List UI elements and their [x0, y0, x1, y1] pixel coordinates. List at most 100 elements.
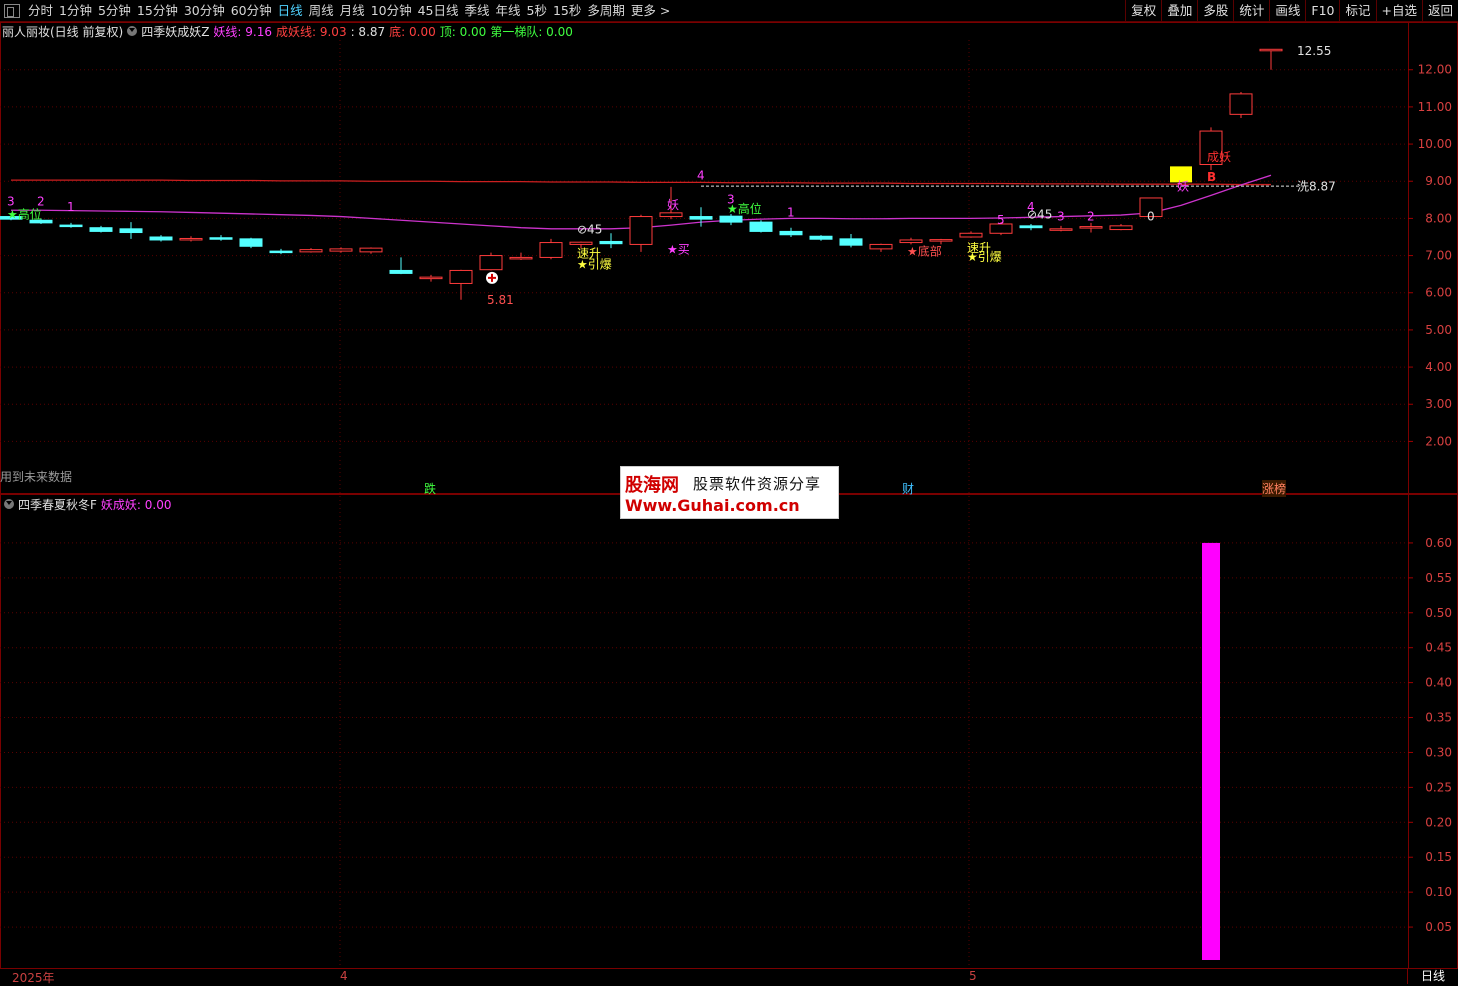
candle-body — [839, 238, 863, 246]
candle-body — [389, 269, 413, 274]
main-indicator-values: 妖线: 9.16 成妖线: 9.03: 8.87 底: 0.00 顶: 0.00 第一梯… — [209, 23, 572, 40]
chart-annotation: ★买 — [667, 243, 690, 257]
candle-body — [89, 227, 113, 232]
candle-body — [449, 269, 473, 284]
price-tick-label: 4.00 — [1425, 360, 1452, 374]
candle-body — [209, 237, 233, 240]
candle-body — [779, 230, 803, 236]
candle-body — [629, 216, 653, 245]
chart-annotation: ⊘45 — [577, 222, 602, 236]
candle-body — [1109, 225, 1133, 231]
sub-tick-label: 0.50 — [1425, 606, 1452, 620]
chart-annotation: B — [1207, 170, 1216, 184]
event-marker-die[interactable]: 跌 — [424, 480, 436, 497]
candle-body — [899, 239, 923, 244]
chart-annotation: 5 — [997, 213, 1005, 227]
candle-body — [179, 237, 203, 241]
candle-body — [689, 216, 713, 220]
sub-tick-label: 0.45 — [1425, 641, 1452, 655]
candle-body — [239, 238, 263, 247]
candle-body — [1019, 225, 1043, 229]
main-indicator-value-0: 妖线: 9.16 — [213, 24, 272, 39]
main-indicator-name[interactable]: 四季妖成妖Z — [141, 23, 209, 40]
candle-body — [1079, 226, 1103, 229]
price-tick-label: 12.00 — [1418, 63, 1452, 77]
main-indicator-value-3: 底: 0.00 — [389, 24, 436, 39]
main-indicator-info: 丽人丽妆(日线 前复权) 四季妖成妖Z 妖线: 9.16 成妖线: 9.03: 8… — [0, 22, 573, 40]
chart-annotation: ★底部 — [907, 244, 942, 259]
candle-body — [539, 242, 563, 258]
price-tick-label: 10.00 — [1418, 137, 1452, 151]
price-tick-label: 5.00 — [1425, 323, 1452, 337]
chart-annotation: 5.81 — [487, 293, 514, 307]
event-marker-cai[interactable]: 财 — [902, 480, 914, 497]
sub-indicator-values: 妖成妖: 0.00 — [97, 496, 172, 513]
yao-cheng-yao-bar — [1202, 542, 1220, 960]
candle-body — [809, 235, 833, 240]
price-tick-label: 6.00 — [1425, 286, 1452, 300]
sub-tick-label: 0.05 — [1425, 920, 1452, 934]
date-label-april: 4 — [340, 969, 348, 983]
candle-body — [329, 248, 353, 252]
candle-body — [419, 276, 443, 280]
candle-body — [719, 215, 743, 223]
chart-annotation: ⊘45 — [1027, 207, 1052, 221]
chart-annotation: 洗8.87 — [1297, 180, 1336, 194]
chart-annotation: ★高位 — [7, 206, 42, 221]
sub-tick-label: 0.30 — [1425, 745, 1452, 759]
chart-annotation: 12.55 — [1297, 44, 1331, 58]
sub-tick-label: 0.35 — [1425, 711, 1452, 725]
sub-indicator-dropdown-icon[interactable] — [4, 499, 14, 509]
date-label-may: 5 — [969, 969, 977, 983]
sub-indicator-info: 四季春夏秋冬F 妖成妖: 0.00 — [0, 495, 171, 513]
sub-tick-label: 0.55 — [1425, 571, 1452, 585]
price-tick-label: 11.00 — [1418, 100, 1452, 114]
sub-tick-label: 0.15 — [1425, 850, 1452, 864]
candle-body — [1229, 93, 1253, 115]
candle-body — [359, 247, 383, 253]
candle-body — [569, 241, 593, 245]
price-tick-label: 9.00 — [1425, 174, 1452, 188]
future-data-note: 用到未来数据 — [0, 470, 73, 484]
chart-annotation: 妖 — [667, 198, 679, 212]
candle-body — [959, 232, 983, 238]
date-label-year: 2025年 — [12, 971, 55, 985]
candle-body — [599, 240, 623, 245]
candle-body — [1259, 48, 1283, 52]
price-tick-label: 2.00 — [1425, 434, 1452, 448]
sub-tick-label: 0.25 — [1425, 780, 1452, 794]
main-indicator-value-4: 顶: 0.00 — [439, 24, 487, 39]
candle-body — [299, 249, 323, 253]
price-tick-label: 7.00 — [1425, 249, 1452, 263]
chart-annotation: 4 — [697, 168, 705, 182]
watermark-url: Www.Guhai.com.cn — [625, 496, 800, 515]
chart-annotation: 0 — [1147, 209, 1155, 223]
indicator-dropdown-icon[interactable] — [127, 26, 138, 36]
candle-body — [929, 239, 953, 242]
period-tag[interactable]: 日线 — [1407, 968, 1458, 984]
main-indicator-value-1: 成妖线: 9.03 — [276, 24, 347, 39]
chart-annotation: ★引爆 — [577, 258, 612, 272]
candle-body — [59, 224, 83, 228]
sub-tick-label: 0.40 — [1425, 676, 1452, 690]
candle-body — [269, 250, 293, 254]
price-tick-label: 8.00 — [1425, 211, 1452, 225]
chart-annotation: 2 — [1087, 209, 1095, 223]
watermark: 股海网 股票软件资源分享 Www.Guhai.com.cn — [620, 466, 839, 519]
stock-name-label[interactable]: 丽人丽妆(日线 前复权) — [2, 23, 123, 40]
candle-body — [869, 243, 893, 250]
main-indicator-value-5: 第一梯队: 0.00 — [490, 24, 573, 39]
price-tick-label: 3.00 — [1425, 397, 1452, 411]
chart-annotation: ★引爆 — [967, 250, 1002, 264]
chart-annotation: 成妖 — [1207, 150, 1231, 164]
watermark-slogan: 股票软件资源分享 — [693, 475, 822, 493]
watermark-brand: 股海网 — [625, 475, 679, 496]
event-marker-zhangbang[interactable]: 涨榜 — [1262, 480, 1287, 497]
main-indicator-value-2: : 8.87 — [350, 24, 386, 39]
chart-annotation: 3 — [7, 194, 15, 208]
candle-body — [149, 236, 173, 241]
candle-body — [749, 221, 773, 232]
sub-indicator-name[interactable]: 四季春夏秋冬F — [18, 496, 97, 513]
sub-tick-label: 0.20 — [1425, 815, 1452, 829]
chart-annotation: 妖 — [1177, 180, 1189, 194]
